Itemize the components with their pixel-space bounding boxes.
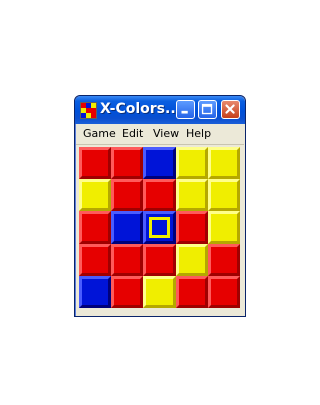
tile-blue[interactable] [79,275,112,308]
tile-red[interactable] [207,275,240,308]
tile-red[interactable] [79,243,112,276]
tile-yellow[interactable] [207,179,240,212]
tile-yellow[interactable] [175,243,208,276]
tile-red[interactable] [143,179,176,212]
tile-red[interactable] [79,211,112,244]
selected-tile[interactable] [143,211,176,244]
game-board [79,147,240,308]
maximize-button[interactable] [198,100,217,119]
menu-edit[interactable]: Edit [122,127,143,140]
tile-red[interactable] [79,147,112,180]
tile-yellow[interactable] [175,147,208,180]
maximize-icon [201,103,213,115]
menu-help[interactable]: Help [186,127,211,140]
tile-red[interactable] [111,179,144,212]
window-title: X-Colors... [100,101,181,117]
tile-red[interactable] [207,243,240,276]
tile-yellow[interactable] [143,275,176,308]
tile-yellow[interactable] [207,147,240,180]
tile-red[interactable] [111,243,144,276]
tile-yellow[interactable] [207,211,240,244]
tile-red[interactable] [143,243,176,276]
tile-red[interactable] [175,211,208,244]
tile-blue[interactable] [111,211,144,244]
close-icon [225,104,235,114]
app-grid-icon[interactable] [80,102,97,119]
xcolors-window: X-Colors... Game Edit View Help [74,95,246,317]
minimize-button[interactable] [176,100,195,119]
tile-red[interactable] [111,275,144,308]
title-bar[interactable]: X-Colors... [75,96,245,124]
tile-red[interactable] [175,275,208,308]
tile-blue[interactable] [143,147,176,180]
tile-yellow[interactable] [79,179,112,212]
minimize-icon [181,110,188,114]
menu-game[interactable]: Game [83,127,116,140]
menu-bar: Game Edit View Help [76,124,244,145]
tile-red[interactable] [111,147,144,180]
close-button[interactable] [221,100,240,119]
tile-yellow[interactable] [175,179,208,212]
menu-view[interactable]: View [153,127,179,140]
